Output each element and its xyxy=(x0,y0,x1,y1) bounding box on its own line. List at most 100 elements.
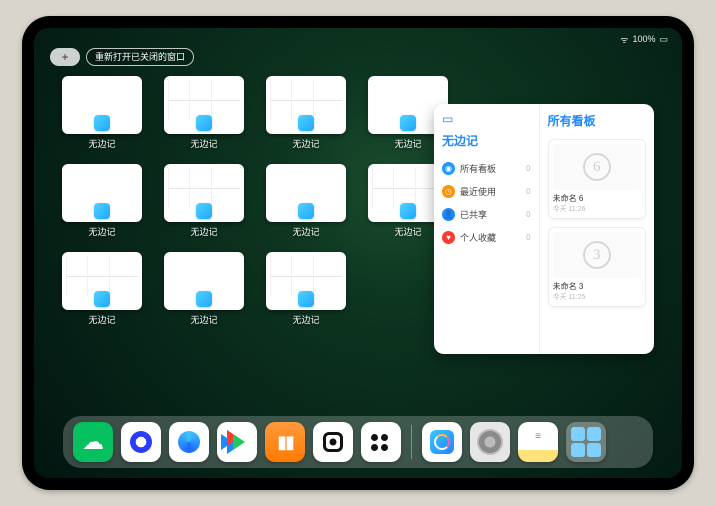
dock-app-app-b[interactable] xyxy=(361,422,401,462)
reopen-closed-window-button[interactable]: 重新打开已关闭的窗口 xyxy=(86,48,194,66)
freeform-icon xyxy=(430,430,454,454)
thumbnail-preview xyxy=(266,164,346,222)
thumbnail-preview xyxy=(164,76,244,134)
thumbnail-label: 无边记 xyxy=(292,225,319,238)
thumbnail-preview xyxy=(164,252,244,310)
thumbnail-label: 无边记 xyxy=(394,225,421,238)
window-thumbnail[interactable]: 无边记 xyxy=(266,76,346,150)
board-card[interactable]: 未命名 3今天 11:25 xyxy=(548,227,646,307)
play-icon xyxy=(233,434,245,450)
board-title: 未命名 6 xyxy=(553,193,641,204)
square-dot-icon xyxy=(323,432,343,452)
menu-item-个人收藏[interactable]: ♥个人收藏0 xyxy=(442,226,531,249)
freeform-app-icon xyxy=(196,115,212,131)
panel-content: 所有看板 未命名 6今天 11:26未命名 3今天 11:25 xyxy=(540,104,654,354)
board-timestamp: 今天 11:26 xyxy=(553,204,641,214)
sketch-icon xyxy=(583,153,611,181)
battery-icon: ▭ xyxy=(659,34,668,45)
thumbnail-preview xyxy=(266,252,346,310)
dock-app-folder[interactable] xyxy=(566,422,606,462)
dock-app-youku[interactable] xyxy=(217,422,257,462)
dock-app-books[interactable]: ▮▮ xyxy=(265,422,305,462)
board-preview xyxy=(553,144,641,190)
bubble-icon: ◉ xyxy=(442,162,455,175)
boards-list: 未命名 6今天 11:26未命名 3今天 11:25 xyxy=(548,139,646,307)
panel-sidebar: ▭ 无边记 ◉ 所有看板 0 ◷ 最近使用 0 👤已共享0♥个人收藏0 xyxy=(434,104,540,354)
dock-app-wechat[interactable]: ☁ xyxy=(73,422,113,462)
new-window-button[interactable]: + xyxy=(50,48,80,66)
screen: ᯤ 100% ▭ + 重新打开已关闭的窗口 无边记无边记无边记无边记无边记无边记… xyxy=(34,28,682,478)
panel-content-title: 所有看板 xyxy=(548,112,646,129)
panel-menu: ◉ 所有看板 0 ◷ 最近使用 0 👤已共享0♥个人收藏0 xyxy=(442,157,531,249)
window-thumbnail[interactable]: 无边记 xyxy=(62,76,142,150)
menu-item-label: 最近使用 xyxy=(460,185,496,198)
person-icon: 👤 xyxy=(442,208,455,221)
window-thumbnail[interactable]: 无边记 xyxy=(164,252,244,326)
freeform-app-icon xyxy=(298,203,314,219)
thumbnail-label: 无边记 xyxy=(292,137,319,150)
battery-percent: 100% xyxy=(632,34,655,44)
menu-item-已共享[interactable]: 👤已共享0 xyxy=(442,203,531,226)
window-thumbnail[interactable]: 无边记 xyxy=(62,252,142,326)
dock-app-notes[interactable]: ≡ xyxy=(518,422,558,462)
panel-app-title: 无边记 xyxy=(442,132,531,149)
freeform-app-icon xyxy=(400,115,416,131)
menu-item-count: 0 xyxy=(526,164,530,173)
thumbnail-preview xyxy=(62,76,142,134)
gear-icon xyxy=(477,429,503,455)
dock: ☁ ▮▮ ≡ xyxy=(63,416,653,468)
dock-app-freeform[interactable] xyxy=(422,422,462,462)
sketch-icon xyxy=(583,241,611,269)
dock-app-quark[interactable] xyxy=(121,422,161,462)
freeform-app-icon xyxy=(298,291,314,307)
dock-app-qqbrowser[interactable] xyxy=(169,422,209,462)
thumbnail-label: 无边记 xyxy=(292,313,319,326)
status-bar: ᯤ 100% ▭ xyxy=(34,32,682,46)
books-icon: ▮▮ xyxy=(277,432,293,453)
wechat-icon: ☁ xyxy=(82,429,104,455)
top-toolbar: + 重新打开已关闭的窗口 xyxy=(50,48,194,66)
thumbnail-label: 无边记 xyxy=(88,313,115,326)
thumbnail-preview xyxy=(62,164,142,222)
thumbnail-label: 无边记 xyxy=(88,225,115,238)
menu-item-label: 所有看板 xyxy=(460,162,496,175)
window-thumbnails-grid: 无边记无边记无边记无边记无边记无边记无边记无边记无边记无边记无边记 xyxy=(62,76,454,326)
board-card[interactable]: 未命名 6今天 11:26 xyxy=(548,139,646,219)
ipad-frame: ᯤ 100% ▭ + 重新打开已关闭的窗口 无边记无边记无边记无边记无边记无边记… xyxy=(22,16,694,490)
app-folder-icon xyxy=(571,427,601,457)
freeform-app-icon xyxy=(94,203,110,219)
thumbnail-preview xyxy=(62,252,142,310)
thumbnail-preview xyxy=(164,164,244,222)
menu-item-count: 0 xyxy=(526,187,530,196)
dock-app-app-a[interactable] xyxy=(313,422,353,462)
menu-item-所有看板[interactable]: ◉ 所有看板 0 xyxy=(442,157,531,180)
board-title: 未命名 3 xyxy=(553,281,641,292)
sidebar-toggle-icon[interactable]: ▭ xyxy=(442,112,531,126)
heart-icon: ♥ xyxy=(442,231,455,244)
window-thumbnail[interactable]: 无边记 xyxy=(266,252,346,326)
freeform-app-icon xyxy=(94,115,110,131)
freeform-panel[interactable]: ▭ 无边记 ◉ 所有看板 0 ◷ 最近使用 0 👤已共享0♥个人收藏0 所有看板 未命名 6… xyxy=(434,104,654,354)
qqbrowser-icon xyxy=(178,431,200,453)
four-dots-icon xyxy=(371,434,391,451)
menu-item-最近使用[interactable]: ◷ 最近使用 0 xyxy=(442,180,531,203)
window-thumbnail[interactable]: 无边记 xyxy=(164,164,244,238)
thumbnail-label: 无边记 xyxy=(190,225,217,238)
window-thumbnail[interactable]: 无边记 xyxy=(164,76,244,150)
thumbnail-label: 无边记 xyxy=(88,137,115,150)
freeform-app-icon xyxy=(94,291,110,307)
thumbnail-preview xyxy=(266,76,346,134)
wifi-icon: ᯤ xyxy=(620,33,628,46)
window-thumbnail[interactable]: 无边记 xyxy=(266,164,346,238)
window-thumbnail[interactable]: 无边记 xyxy=(62,164,142,238)
board-preview xyxy=(553,232,641,278)
dock-app-settings[interactable] xyxy=(470,422,510,462)
board-timestamp: 今天 11:25 xyxy=(553,292,641,302)
thumbnail-label: 无边记 xyxy=(394,137,421,150)
thumbnail-label: 无边记 xyxy=(190,313,217,326)
dock-separator xyxy=(411,425,412,459)
freeform-app-icon xyxy=(196,203,212,219)
thumbnail-label: 无边记 xyxy=(190,137,217,150)
menu-item-count: 0 xyxy=(526,233,530,242)
clock-icon: ◷ xyxy=(442,185,455,198)
